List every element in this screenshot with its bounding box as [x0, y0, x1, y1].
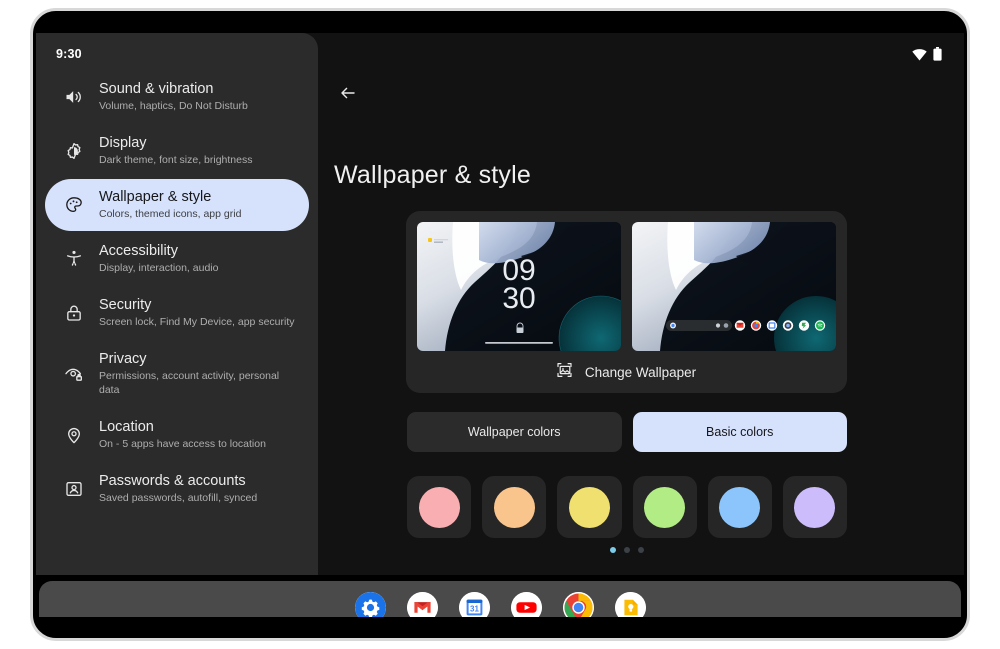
wallpaper-preview-card: 09 30 Tue, Jul 11 Change Wallpaper: [406, 211, 847, 393]
color-swatch-green[interactable]: [632, 476, 697, 538]
color-swatch-yellow[interactable]: [557, 476, 622, 538]
sidebar-item-subtitle: Colors, themed icons, app grid: [99, 208, 242, 221]
sidebar-nav-list: Sound & vibration Volume, haptics, Do Not…: [36, 71, 318, 517]
taskbar-dock: 31: [39, 581, 961, 617]
main-content-pane: Wallpaper & style 09 30 Tue, Jul 11 Chan…: [318, 33, 964, 575]
sidebar-item-title: Sound & vibration: [99, 81, 214, 97]
keep-app-icon[interactable]: [614, 592, 646, 617]
status-bar-icons: [912, 47, 942, 66]
svg-text:Tue, Jul 11: Tue, Jul 11: [429, 230, 449, 235]
sidebar-item-security[interactable]: Security Screen lock, Find My Device, app…: [45, 287, 309, 339]
pager-dot-3[interactable]: [638, 547, 644, 553]
sidebar-item-title: Privacy: [99, 350, 147, 367]
sidebar-item-title: Location: [99, 418, 154, 435]
sidebar-item-passwords-accounts[interactable]: Passwords & accounts Saved passwords, aut…: [45, 463, 309, 515]
sidebar-item-display[interactable]: Display Dark theme, font size, brightness: [45, 125, 309, 177]
sidebar-item-privacy[interactable]: Privacy Permissions, account activity, pe…: [45, 341, 309, 407]
calendar-app-icon[interactable]: 31: [458, 592, 490, 617]
gmail-app-icon[interactable]: [406, 592, 438, 617]
sidebar-item-subtitle: Dark theme, font size, brightness: [99, 154, 253, 167]
lock-screen-wallpaper-art: 09 30 Tue, Jul 11: [417, 222, 621, 351]
home-screen-wallpaper-art: [632, 222, 836, 351]
sound-icon: [63, 86, 85, 108]
wifi-icon: [912, 48, 927, 66]
tablet-device-frame: 9:30 Sound & vibration Volume, haptics, D…: [30, 8, 970, 641]
lock-icon: [63, 302, 85, 324]
swatch-pager-dots[interactable]: [407, 547, 847, 553]
swatch-dot-green: [644, 486, 686, 528]
tablet-screen: 9:30 Sound & vibration Volume, haptics, D…: [36, 33, 964, 617]
page-title: Wallpaper & style: [334, 161, 531, 189]
color-swatch-purple[interactable]: [782, 476, 848, 538]
back-arrow-icon: [341, 87, 355, 99]
tab-basic-colors[interactable]: Basic colors: [632, 412, 847, 452]
accessibility-icon: [63, 248, 85, 270]
palette-icon: [63, 194, 85, 216]
sidebar-item-subtitle: Display, interaction, audio: [99, 262, 219, 275]
color-swatch-blue[interactable]: [707, 476, 772, 538]
tab-wallpaper-colors[interactable]: Wallpaper colors: [407, 412, 622, 452]
home-screen-preview[interactable]: [632, 222, 836, 351]
battery-icon: [933, 47, 942, 66]
settings-app-icon[interactable]: [354, 592, 386, 617]
sidebar-item-subtitle: Saved passwords, autofill, synced: [99, 491, 258, 504]
change-wallpaper-button[interactable]: Change Wallpaper: [406, 362, 847, 383]
youtube-app-icon[interactable]: [510, 592, 542, 617]
wallpaper-previews: 09 30 Tue, Jul 11: [417, 222, 836, 351]
swatch-dot-purple: [794, 486, 836, 528]
sidebar-item-sound-vibration[interactable]: Sound & vibration Volume, haptics, Do Not…: [45, 71, 309, 123]
sidebar-item-subtitle: On - 5 apps have access to location: [99, 437, 266, 450]
privacy-eye-icon: [63, 363, 85, 385]
svg-text:30: 30: [502, 282, 535, 315]
chrome-app-icon[interactable]: [562, 592, 594, 617]
brightness-icon: [63, 140, 85, 162]
swatch-dot-pink: [418, 486, 460, 528]
sidebar-item-title: Passwords & accounts: [99, 472, 246, 489]
pager-dot-2[interactable]: [624, 547, 630, 553]
color-swatch-pink[interactable]: [407, 476, 472, 538]
sidebar-item-location[interactable]: Location On - 5 apps have access to locat…: [45, 409, 309, 461]
image-frame-icon: [557, 362, 573, 383]
sidebar-item-accessibility[interactable]: Accessibility Display, interaction, audio: [45, 233, 309, 285]
back-button[interactable]: [332, 77, 364, 109]
swatch-dot-yellow: [568, 486, 610, 528]
sidebar-item-title: Display: [99, 134, 147, 151]
sidebar-item-wallpaper-style[interactable]: Wallpaper & style Colors, themed icons, a…: [45, 178, 309, 231]
sidebar-item-subtitle: Volume, haptics, Do Not Disturb: [99, 100, 248, 113]
settings-app-window: 9:30 Sound & vibration Volume, haptics, D…: [36, 33, 964, 575]
sidebar-item-title: Security: [99, 296, 152, 313]
color-swatch-row: [407, 476, 848, 538]
color-swatch-orange[interactable]: [482, 476, 547, 538]
status-bar-clock: 9:30: [56, 47, 82, 61]
sidebar-item-subtitle: Permissions, account activity, personal …: [99, 370, 280, 396]
location-pin-icon: [63, 424, 85, 446]
sidebar-item-title: Accessibility: [99, 242, 178, 259]
sidebar-item-title: Wallpaper & style: [99, 188, 212, 205]
change-wallpaper-label: Change Wallpaper: [584, 365, 697, 380]
sidebar-item-subtitle: Screen lock, Find My Device, app securit…: [99, 316, 295, 329]
pager-dot-1[interactable]: [610, 547, 616, 553]
swatch-dot-orange: [493, 486, 535, 528]
account-card-icon: [63, 478, 85, 500]
svg-text:31: 31: [470, 604, 479, 613]
settings-sidebar: 9:30 Sound & vibration Volume, haptics, D…: [36, 33, 318, 575]
lock-screen-preview[interactable]: 09 30 Tue, Jul 11: [417, 222, 621, 351]
swatch-dot-blue: [719, 486, 761, 528]
color-source-tabs: Wallpaper colors Basic colors: [407, 412, 847, 452]
